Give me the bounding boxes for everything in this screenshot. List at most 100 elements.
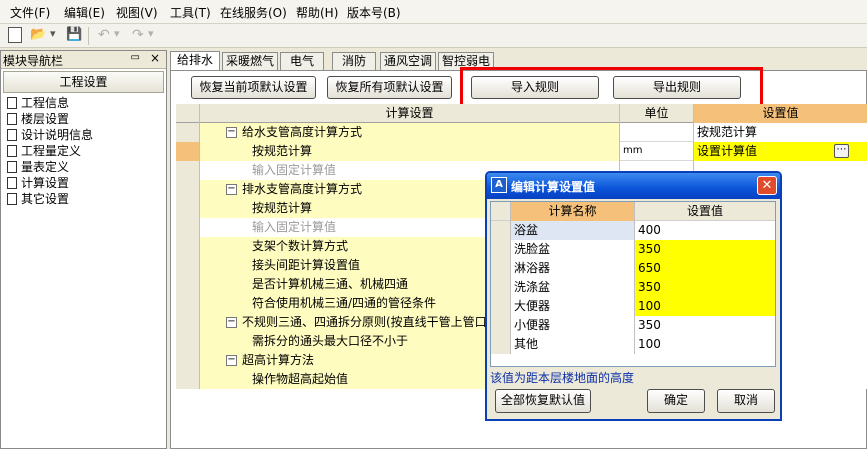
menu-online[interactable]: 在线服务(O): [220, 4, 287, 21]
menu-file[interactable]: 文件(F): [10, 4, 50, 21]
collapse-icon[interactable]: −: [226, 317, 237, 328]
nav-item-other-settings[interactable]: 其它设置: [7, 190, 69, 206]
navigator-header: 模块导航栏 ▭ ×: [1, 51, 166, 69]
set-value-cell[interactable]: 650: [635, 259, 775, 278]
row-number-cell: [176, 294, 200, 313]
table-row[interactable]: 大便器 100: [491, 297, 775, 316]
nav-item-floor-settings[interactable]: 楼层设置: [7, 110, 69, 126]
menu-bar: 文件(F) 编辑(E) 视图(V) 工具(T) 在线服务(O) 帮助(H) 版本…: [0, 0, 867, 24]
toolbar: 📂 ▾ 💾 ↶ ▾ ↷ ▾: [0, 24, 867, 48]
nav-item-quantity-def[interactable]: 工程量定义: [7, 142, 81, 158]
nav-item-calc-settings[interactable]: 计算设置: [7, 174, 70, 190]
row-number-cell: [491, 335, 511, 354]
document-icon: [7, 177, 17, 189]
unit-cell: [620, 123, 694, 142]
menu-view[interactable]: 视图(V): [116, 4, 158, 21]
setting-name: 是否计算机械三通、机械四通: [252, 277, 409, 291]
set-value-cell[interactable]: 100: [635, 335, 775, 354]
set-value-cell[interactable]: 400: [635, 221, 775, 240]
set-value-cell[interactable]: 100: [635, 297, 775, 316]
nav-item-design-info[interactable]: 设计说明信息: [7, 126, 93, 142]
menu-tools[interactable]: 工具(T): [170, 4, 211, 21]
tab-hvac[interactable]: 通风空调: [380, 52, 436, 70]
nav-item-table-def[interactable]: 量表定义: [7, 158, 69, 174]
dialog-note: 该值为距本层楼地面的高度: [490, 371, 635, 385]
menu-help[interactable]: 帮助(H): [296, 4, 338, 21]
setting-name: 输入固定计算值: [252, 220, 337, 234]
restore-all-defaults-button[interactable]: 全部恢复默认值: [495, 389, 591, 413]
cancel-button[interactable]: 取消: [717, 389, 775, 413]
pin-icon[interactable]: ▭: [131, 52, 140, 63]
calc-name-cell: 其他: [511, 335, 635, 354]
row-number-cell: [491, 221, 511, 240]
open-dropdown-icon[interactable]: ▾: [50, 27, 56, 45]
table-row[interactable]: 按规范计算 mm 设置计算值 ⋯: [176, 142, 867, 161]
collapse-icon[interactable]: −: [226, 355, 237, 366]
unit-cell: mm: [620, 142, 694, 161]
more-options-icon[interactable]: ⋯: [834, 144, 849, 158]
setting-name: 不规则三通、四通拆分原则(按直线干管上管口径拆: [242, 315, 511, 329]
setting-name: 给水支管高度计算方式: [242, 125, 363, 139]
tab-fire[interactable]: 消防: [332, 52, 376, 70]
calc-name-cell: 洗涤盆: [511, 278, 635, 297]
close-icon[interactable]: ✕: [757, 176, 777, 195]
close-icon[interactable]: ×: [150, 51, 160, 65]
calc-name-cell: 淋浴器: [511, 259, 635, 278]
table-row[interactable]: 淋浴器 650: [491, 259, 775, 278]
row-number-cell: [176, 199, 200, 218]
value-cell[interactable]: 设置计算值 ⋯: [694, 142, 867, 161]
row-number-cell: [176, 313, 200, 332]
collapse-icon[interactable]: −: [226, 184, 237, 195]
redo-icon[interactable]: ↷: [132, 27, 144, 45]
project-settings-header[interactable]: 工程设置: [3, 71, 164, 93]
row-number-cell: [176, 351, 200, 370]
tab-water-drainage[interactable]: 给排水: [170, 51, 220, 71]
row-number-cell: [176, 237, 200, 256]
ok-button[interactable]: 确定: [647, 389, 705, 413]
navigator-title: 模块导航栏: [3, 54, 64, 68]
set-value-cell[interactable]: 350: [635, 316, 775, 335]
setting-name: 需拆分的通头最大口径不小于: [252, 334, 409, 348]
row-number-cell: [176, 218, 200, 237]
tab-heating-gas[interactable]: 采暖燃气: [222, 52, 278, 70]
new-icon[interactable]: [8, 27, 22, 43]
calc-name-cell: 大便器: [511, 297, 635, 316]
nav-item-project-info[interactable]: 工程信息: [7, 94, 69, 110]
row-number-cell: [176, 142, 200, 161]
open-folder-icon[interactable]: 📂: [30, 27, 46, 45]
setting-name: 超高计算方法: [242, 353, 315, 367]
row-number-cell: [176, 161, 200, 180]
restore-current-button[interactable]: 恢复当前项默认设置: [191, 76, 316, 99]
table-row[interactable]: 小便器 350: [491, 316, 775, 335]
set-value-cell[interactable]: 350: [635, 278, 775, 297]
row-number-cell: [176, 180, 200, 199]
undo-icon[interactable]: ↶: [98, 27, 110, 45]
row-number-cell: [176, 370, 200, 389]
set-value-cell[interactable]: 350: [635, 240, 775, 259]
menu-version[interactable]: 版本号(B): [347, 4, 401, 21]
collapse-icon[interactable]: −: [226, 127, 237, 138]
redo-dropdown-icon[interactable]: ▾: [148, 27, 154, 45]
table-row[interactable]: 其他 100: [491, 335, 775, 354]
save-icon[interactable]: 💾: [66, 27, 82, 45]
table-row[interactable]: − 给水支管高度计算方式 按规范计算: [176, 123, 867, 142]
table-row[interactable]: 洗涤盆 350: [491, 278, 775, 297]
calc-name-cell: 浴盆: [511, 221, 635, 240]
module-navigator: 模块导航栏 ▭ × 工程设置 工程信息 楼层设置 设计说明信息 工程量定义 量表…: [0, 50, 167, 449]
table-row[interactable]: 浴盆 400: [491, 221, 775, 240]
value-text: 按规范计算: [697, 125, 758, 139]
document-icon: [7, 145, 17, 157]
setting-name: 输入固定计算值: [252, 163, 337, 177]
tab-electric[interactable]: 电气: [280, 52, 324, 70]
table-row[interactable]: 洗脸盆 350: [491, 240, 775, 259]
row-number-cell: [491, 240, 511, 259]
restore-all-button[interactable]: 恢复所有项默认设置: [327, 76, 452, 99]
row-number-cell: [491, 278, 511, 297]
setting-name: 排水支管高度计算方式: [242, 182, 363, 196]
dialog-table-header: 计算名称 设置值: [491, 202, 775, 221]
undo-dropdown-icon[interactable]: ▾: [114, 27, 120, 45]
document-icon: [7, 97, 17, 109]
menu-edit[interactable]: 编辑(E): [64, 4, 105, 21]
setting-name-cell: 按规范计算: [200, 142, 620, 161]
dialog-title: 编辑计算设置值: [511, 180, 596, 194]
